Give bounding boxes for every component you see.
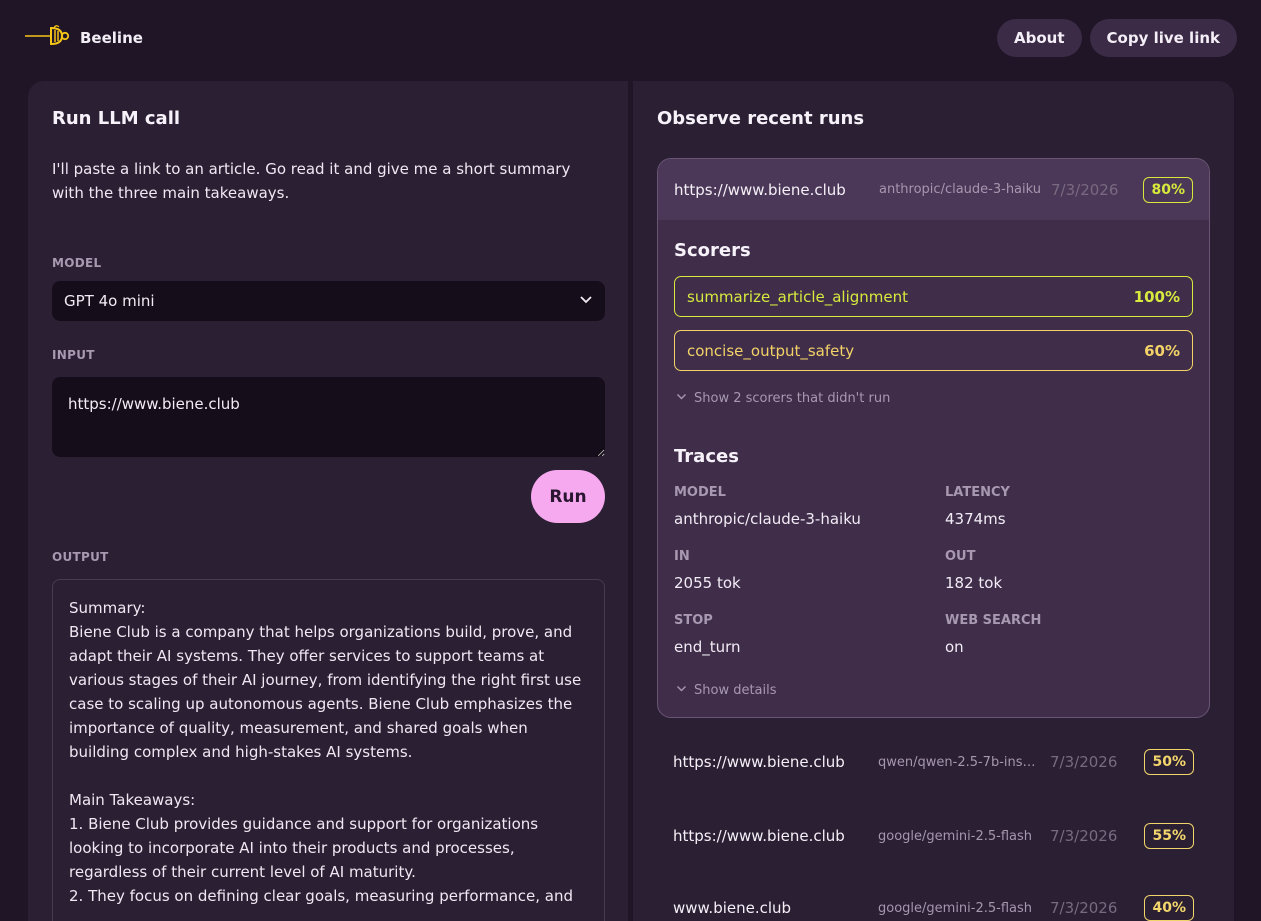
- show-details-label: Show details: [694, 683, 777, 698]
- model-label: MODEL: [52, 256, 102, 270]
- score-badge: 80%: [1143, 176, 1193, 203]
- score-badge: 40%: [1144, 895, 1194, 921]
- output-box: Summary: Biene Club is a company that he…: [52, 579, 605, 921]
- trace-stop-label: STOP: [674, 613, 713, 628]
- run-date: 7/3/2026: [1050, 753, 1118, 771]
- run-model: google/gemini-2.5-flash: [878, 900, 1033, 916]
- trace-web-search-label: WEB SEARCH: [945, 613, 1042, 628]
- run-header[interactable]: https://www.biene.club anthropic/claude-…: [658, 159, 1209, 220]
- panel-title: Run LLM call: [52, 108, 181, 129]
- scorers-title: Scorers: [674, 240, 751, 261]
- input-label: INPUT: [52, 348, 95, 362]
- run-model: google/gemini-2.5-flash: [878, 828, 1033, 844]
- run-url: https://www.biene.club: [674, 180, 846, 199]
- scorer-row[interactable]: summarize_article_alignment 100%: [674, 276, 1193, 317]
- run-model: anthropic/claude-3-haiku: [879, 182, 1041, 197]
- brand[interactable]: Beeline: [24, 24, 143, 52]
- model-select-value: GPT 4o mini: [64, 292, 155, 310]
- traces-title: Traces: [674, 446, 739, 467]
- show-scorers-toggle[interactable]: Show 2 scorers that didn't run: [676, 391, 890, 406]
- scorer-value: 60%: [1144, 341, 1180, 360]
- run-row[interactable]: www.biene.club google/gemini-2.5-flash 7…: [657, 878, 1210, 921]
- trace-web-search-value: on: [945, 638, 964, 656]
- run-row[interactable]: https://www.biene.club qwen/qwen-2.5-7b-…: [657, 732, 1210, 792]
- trace-model-value: anthropic/claude-3-haiku: [674, 510, 861, 528]
- trace-out-value: 182 tok: [945, 574, 1003, 592]
- scorer-row[interactable]: concise_output_safety 60%: [674, 330, 1193, 371]
- show-scorers-label: Show 2 scorers that didn't run: [694, 391, 891, 406]
- top-bar: Beeline About Copy live link: [0, 0, 1261, 75]
- score-badge: 50%: [1144, 749, 1194, 775]
- run-llm-panel: Run LLM call I'll paste a link to an art…: [28, 81, 628, 921]
- trace-latency-label: LATENCY: [945, 485, 1010, 500]
- run-row[interactable]: https://www.biene.club google/gemini-2.5…: [657, 806, 1210, 866]
- output-label: OUTPUT: [52, 550, 109, 564]
- chevron-down-icon: [676, 683, 687, 698]
- expanded-run-card: https://www.biene.club anthropic/claude-…: [657, 158, 1210, 718]
- run-url: https://www.biene.club: [673, 753, 845, 771]
- run-url: www.biene.club: [673, 899, 792, 917]
- bee-icon: [24, 24, 70, 52]
- copy-live-link-button[interactable]: Copy live link: [1089, 18, 1237, 57]
- recent-runs-panel: Observe recent runs https://www.biene.cl…: [633, 81, 1234, 921]
- run-date: 7/3/2026: [1051, 180, 1119, 199]
- show-details-toggle[interactable]: Show details: [676, 683, 777, 698]
- run-url: https://www.biene.club: [673, 827, 845, 845]
- run-model: qwen/qwen-2.5-7b-instruct: [878, 754, 1040, 770]
- score-badge: 55%: [1144, 823, 1194, 849]
- panel-title: Observe recent runs: [657, 108, 865, 129]
- app-name: Beeline: [80, 28, 143, 47]
- trace-out-label: OUT: [945, 549, 976, 564]
- trace-model-label: MODEL: [674, 485, 726, 500]
- about-button[interactable]: About: [997, 18, 1082, 57]
- run-date: 7/3/2026: [1050, 827, 1118, 845]
- chevron-down-icon: [676, 391, 687, 406]
- run-button[interactable]: Run: [531, 470, 605, 523]
- input-field[interactable]: [52, 377, 605, 457]
- chevron-down-icon: [579, 292, 593, 310]
- scorer-value: 100%: [1133, 287, 1180, 306]
- trace-stop-value: end_turn: [674, 638, 741, 656]
- trace-in-value: 2055 tok: [674, 574, 741, 592]
- trace-in-label: IN: [674, 549, 690, 564]
- prompt-text: I'll paste a link to an article. Go read…: [52, 160, 571, 202]
- run-date: 7/3/2026: [1050, 899, 1118, 917]
- scorer-name: concise_output_safety: [687, 341, 855, 360]
- trace-latency-value: 4374ms: [945, 510, 1006, 528]
- model-select[interactable]: GPT 4o mini: [52, 281, 605, 321]
- scorer-name: summarize_article_alignment: [687, 287, 909, 306]
